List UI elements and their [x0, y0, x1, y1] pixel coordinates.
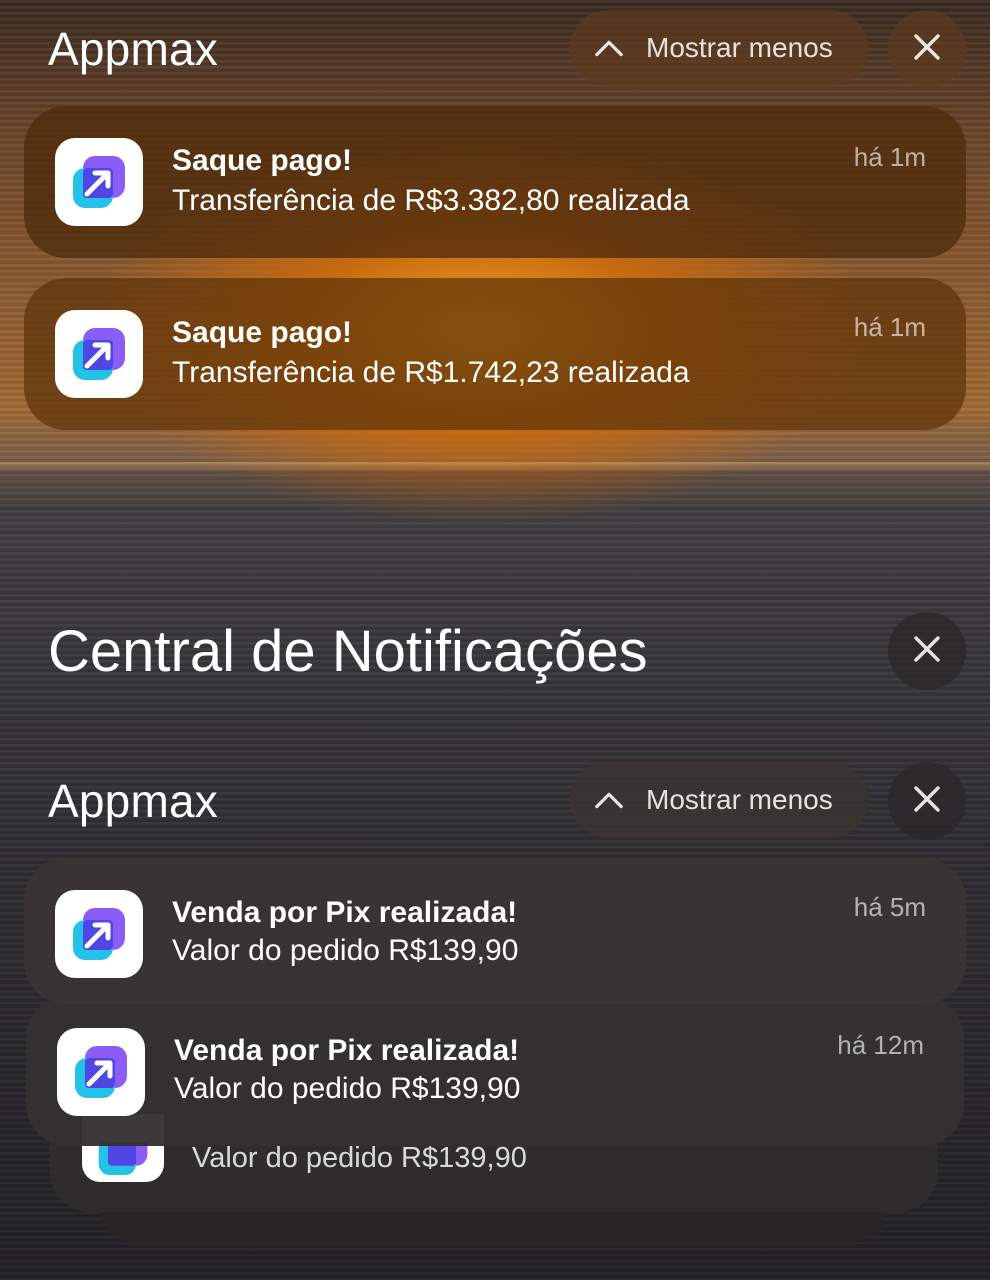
close-icon [913, 33, 941, 66]
notification-card[interactable]: Venda por Pix realizada! Valor do pedido… [24, 858, 966, 1004]
appmax-logo-icon [57, 1028, 145, 1116]
close-group-button[interactable] [888, 10, 966, 88]
notification-body: Valor do pedido R$139,90 [192, 1142, 527, 1174]
horizon [0, 462, 990, 472]
show-less-button[interactable]: Mostrar menos [570, 762, 868, 838]
close-icon [913, 785, 941, 818]
close-icon [913, 635, 941, 668]
notification-title: Saque pago! [172, 316, 353, 349]
chevron-up-icon [594, 33, 624, 63]
notification-body: Valor do pedido R$139,90 [174, 1072, 521, 1105]
notification-body: Transferência de R$3.382,80 realizada [172, 184, 690, 217]
clear-all-button[interactable] [888, 612, 966, 690]
show-less-label: Mostrar menos [646, 32, 833, 63]
group-title-appmax: Appmax [48, 775, 218, 827]
notification-time: há 1m [853, 312, 926, 342]
notification-time: há 12m [837, 1030, 924, 1060]
notification-body: Transferência de R$1.742,23 realizada [172, 356, 690, 389]
notification-body: Valor do pedido R$139,90 [172, 934, 519, 967]
notification-card[interactable]: Venda por Pix realizada! Valor do pedido… [26, 996, 964, 1146]
notification-title: Venda por Pix realizada! [172, 896, 518, 929]
notification-title: Venda por Pix realizada! [174, 1034, 520, 1067]
show-less-button[interactable]: Mostrar menos [570, 10, 868, 86]
appmax-logo-icon [55, 890, 143, 978]
notification-title: Saque pago! [172, 144, 353, 177]
notification-time: há 5m [853, 892, 926, 922]
group-title-appmax: Appmax [48, 23, 218, 75]
appmax-logo-icon [55, 138, 143, 226]
chevron-up-icon [594, 785, 624, 815]
notification-center-title: Central de Notificações [48, 619, 648, 684]
appmax-logo-icon [55, 310, 143, 398]
notification-time: há 1m [853, 142, 926, 172]
close-group-button[interactable] [888, 762, 966, 840]
notification-card[interactable]: Saque pago! Transferência de R$3.382,80 … [24, 106, 966, 258]
show-less-label: Mostrar menos [646, 784, 833, 815]
notification-card[interactable]: Saque pago! Transferência de R$1.742,23 … [24, 278, 966, 430]
